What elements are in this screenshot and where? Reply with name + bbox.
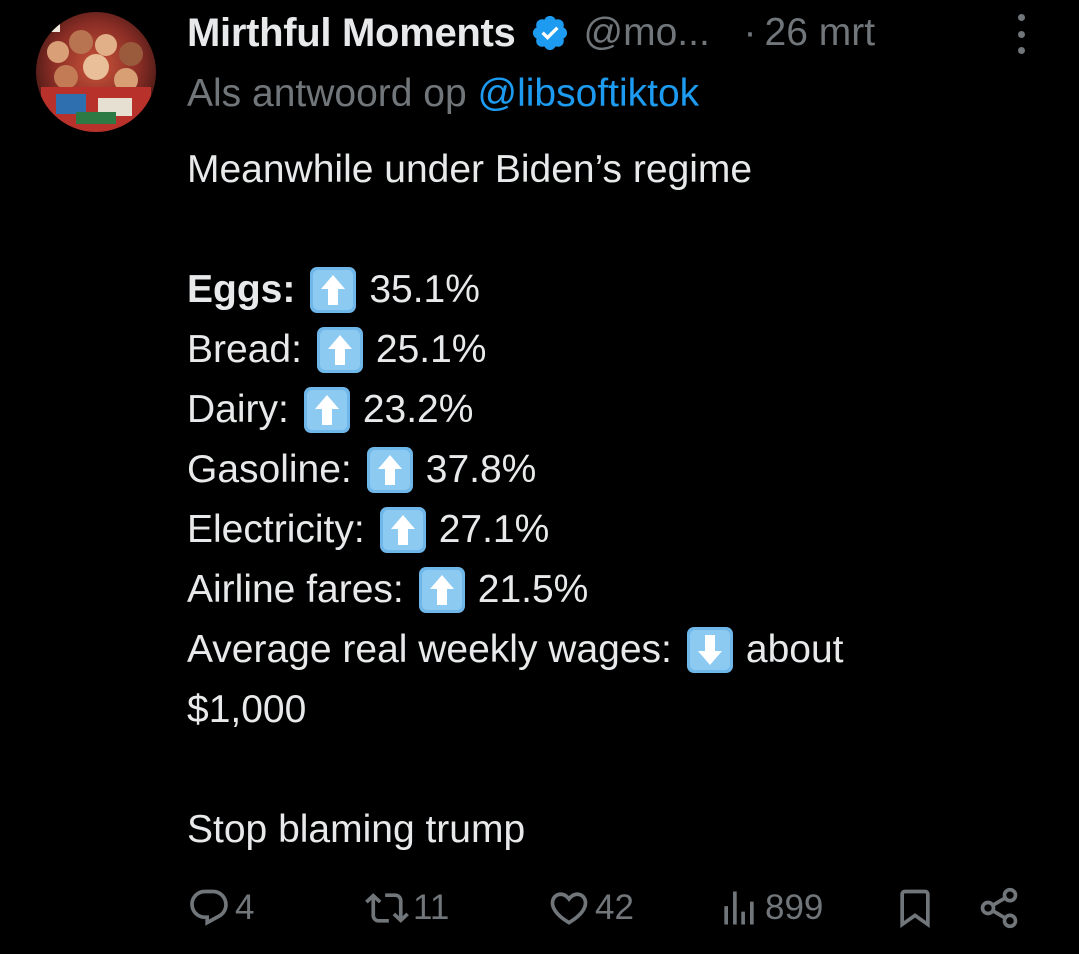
stat-label: Average real weekly wages: (187, 628, 672, 671)
views-chart-icon (717, 886, 761, 930)
tweet[interactable]: Mirthful Moments @mo... · 26 mrt Als ant… (0, 0, 1079, 954)
stat-value: about (745, 628, 844, 671)
reply-context: Als antwoord op @libsoftiktok (187, 72, 699, 116)
arrow-up-emoji-icon (379, 506, 427, 554)
like-count: 42 (595, 888, 634, 927)
arrow-up-emoji-icon (303, 386, 351, 434)
share-icon (977, 886, 1021, 930)
timestamp[interactable]: 26 mrt (765, 11, 876, 55)
stat-label: Eggs: (187, 268, 296, 311)
reply-button[interactable]: 4 (187, 880, 254, 936)
arrow-up-emoji-icon (309, 266, 357, 314)
stat-value: 25.1% (375, 328, 487, 371)
avatar-image (36, 12, 156, 132)
repost-icon (365, 886, 409, 930)
closing-line: Stop blaming trump (187, 808, 526, 851)
verified-badge-icon[interactable] (530, 13, 570, 53)
stat-value: 23.2% (362, 388, 474, 431)
views-button[interactable]: 899 (717, 880, 823, 936)
heart-icon (547, 886, 591, 930)
stat-label: Electricity: (187, 508, 365, 551)
tweet-header: Mirthful Moments @mo... · 26 mrt (187, 8, 1059, 58)
views-count: 899 (765, 888, 824, 927)
reply-count: 4 (235, 888, 255, 927)
stat-label: Bread: (187, 328, 302, 371)
stat-label: Dairy: (187, 388, 289, 431)
avatar[interactable] (36, 12, 156, 132)
repost-count: 11 (413, 888, 450, 927)
reply-prefix: Als antwoord op (187, 72, 467, 115)
reply-mention-link[interactable]: @libsoftiktok (478, 72, 700, 115)
stat-line: Bread: 25.1% (187, 320, 1007, 380)
stat-line: Electricity: 27.1% (187, 500, 1007, 560)
display-name[interactable]: Mirthful Moments (187, 11, 516, 56)
handle[interactable]: @mo... (584, 11, 734, 55)
intro-line: Meanwhile under Biden’s regime (187, 148, 753, 191)
bookmark-button[interactable] (893, 880, 937, 936)
stat-line: Airline fares: 21.5% (187, 560, 1007, 620)
share-button[interactable] (977, 880, 1021, 936)
stat-value: 35.1% (369, 268, 480, 311)
bookmark-icon (893, 886, 937, 930)
stat-label: Airline fares: (187, 568, 404, 611)
arrow-down-emoji-icon (686, 626, 734, 674)
separator-dot: · (743, 11, 757, 54)
stat-value: 27.1% (438, 508, 550, 551)
more-dots-icon[interactable] (1011, 14, 1031, 54)
reply-icon (187, 886, 231, 930)
tweet-text: Meanwhile under Biden’s regime Eggs: 35.… (187, 140, 1007, 860)
stat-line: Average real weekly wages: about (187, 620, 1007, 680)
stat-line: Dairy: 23.2% (187, 380, 1007, 440)
arrow-up-emoji-icon (366, 446, 414, 494)
stat-label: Gasoline: (187, 448, 352, 491)
stat-line: Gasoline: 37.8% (187, 440, 1007, 500)
wage-continuation: $1,000 (187, 688, 307, 731)
arrow-up-emoji-icon (418, 566, 466, 614)
stat-value: 37.8% (425, 448, 537, 491)
stat-line: Eggs: 35.1% (187, 260, 1007, 320)
arrow-up-emoji-icon (316, 326, 364, 374)
action-bar: 4 11 42 899 (187, 880, 1027, 936)
like-button[interactable]: 42 (547, 880, 634, 936)
stat-value: 21.5% (477, 568, 589, 611)
repost-button[interactable]: 11 (365, 880, 449, 936)
